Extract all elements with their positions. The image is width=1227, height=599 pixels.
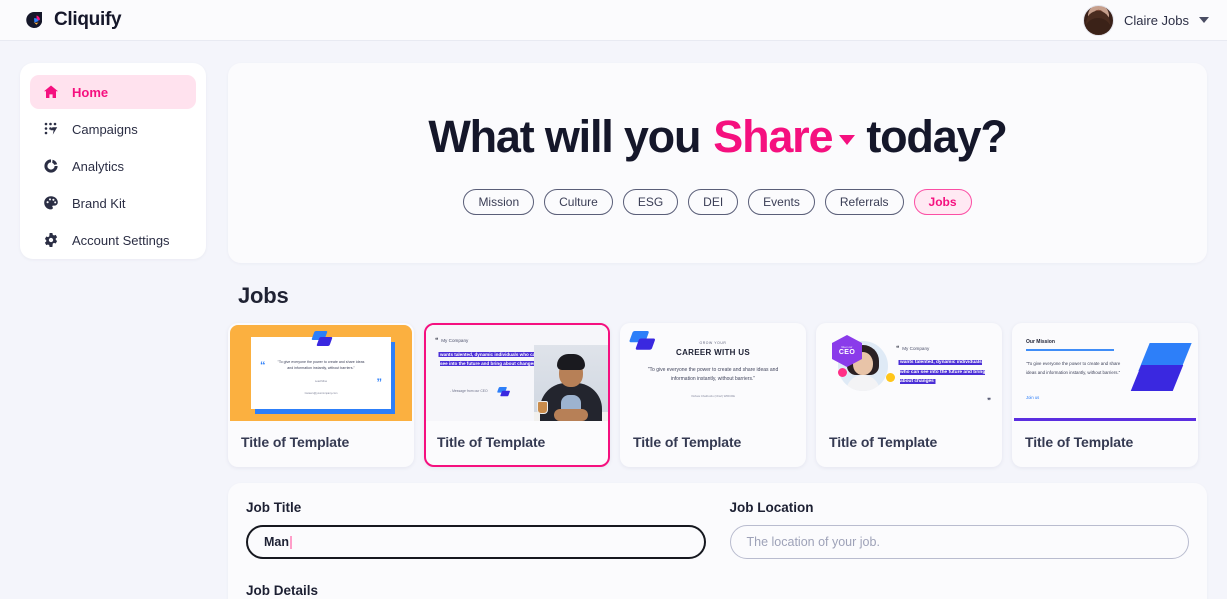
home-icon	[42, 84, 59, 101]
sidebar-item-label: Brand Kit	[72, 195, 126, 211]
template-author: Lead Mine	[314, 379, 328, 383]
text-caret	[290, 535, 292, 549]
main-content: What will you Share today? Mission Cultu…	[228, 63, 1207, 599]
accent-bar	[1014, 418, 1196, 421]
chip-jobs[interactable]: Jobs	[913, 189, 972, 215]
template-thumbnail: Meet our CEO ❝ My Company wants talented…	[818, 325, 1000, 421]
sidebar-item-brand-kit[interactable]: Brand Kit	[30, 186, 196, 220]
section-title: Jobs	[238, 283, 289, 308]
job-title-input[interactable]: Man	[246, 525, 706, 559]
quote-icon: ❝	[896, 346, 899, 352]
template-card-title: Title of Template	[241, 434, 350, 450]
template-thumbnail: Our Mission "To give everyone the power …	[1014, 325, 1196, 421]
template-signature: - Message from our CEO	[450, 389, 488, 393]
badge-label: CEO	[838, 349, 856, 356]
template-card[interactable]: “ ” "To give everyone the power to creat…	[228, 323, 414, 467]
template-cta: Join us	[1026, 395, 1040, 400]
template-company: My Company	[441, 338, 469, 343]
job-title-field-group: Job Title Man	[246, 500, 706, 559]
template-card-title: Title of Template	[437, 434, 546, 450]
template-card[interactable]: Meet our CEO ❝ My Company wants talented…	[816, 323, 1002, 467]
chip-mission[interactable]: Mission	[463, 189, 535, 215]
campaigns-grid-icon	[42, 121, 59, 138]
template-card-list: “ ” "To give everyone the power to creat…	[228, 323, 1207, 467]
job-location-label: Job Location	[729, 500, 814, 515]
quote-open-icon: “	[260, 360, 266, 372]
person-photo	[534, 345, 608, 421]
decor-dot-yellow	[886, 373, 895, 382]
template-quote: "To give everyone the power to create an…	[647, 367, 779, 383]
chip-dei[interactable]: DEI	[688, 189, 739, 215]
quote-icon: ❝	[435, 338, 438, 344]
user-menu[interactable]: Claire Jobs	[1082, 4, 1209, 36]
chip-esg[interactable]: ESG	[622, 189, 679, 215]
chip-referrals[interactable]: Referrals	[824, 189, 904, 215]
template-thumbnail: ❝ My Company wants talented, dynamic ind…	[426, 325, 608, 421]
template-source: Vishwa Chathurdu (Chief) WIRCRE	[690, 393, 736, 398]
template-card-title: Title of Template	[1025, 434, 1134, 450]
sidebar: Home Campaigns Analytics Brand Kit Accou…	[20, 63, 206, 259]
template-quote: "To give everyone the power to create an…	[1026, 361, 1121, 375]
page-layout: Home Campaigns Analytics Brand Kit Accou…	[0, 41, 1227, 599]
chip-culture[interactable]: Culture	[544, 189, 613, 215]
template-headline: wants talented, dynamic individuals who …	[440, 352, 539, 366]
chevron-down-icon[interactable]	[839, 135, 856, 145]
cliquify-logo-icon	[22, 9, 45, 32]
template-thumbnail: “ ” "To give everyone the power to creat…	[230, 325, 412, 421]
analytics-circle-icon	[42, 158, 59, 175]
sidebar-item-account-settings[interactable]: Account Settings	[30, 223, 196, 257]
template-author-contact: Careers@yourcompany.com	[304, 391, 338, 395]
brand-shape-icon	[1130, 343, 1196, 403]
job-title-label: Job Title	[246, 500, 302, 515]
template-heading: Our Mission	[1026, 339, 1055, 345]
sidebar-item-label: Analytics	[72, 158, 125, 174]
template-card[interactable]: GROW YOUR CAREER WITH US "To give everyo…	[620, 323, 806, 467]
hero-banner: What will you Share today? Mission Cultu…	[228, 63, 1207, 263]
top-bar: Cliquify Claire Jobs	[0, 0, 1227, 41]
hero-title-highlight[interactable]: Share	[713, 111, 833, 163]
job-location-input[interactable]: The location of your job.	[729, 525, 1189, 559]
category-chips: Mission Culture ESG DEI Events Referrals…	[463, 189, 972, 215]
hero-title-part1: What will you	[428, 111, 701, 162]
template-thumbnail: GROW YOUR CAREER WITH US "To give everyo…	[622, 325, 804, 421]
sidebar-item-label: Account Settings	[72, 232, 170, 248]
template-card-title: Title of Template	[829, 434, 938, 450]
chevron-down-icon[interactable]	[1199, 17, 1209, 23]
hero-title-part2: today?	[866, 111, 1008, 162]
user-name: Claire Jobs	[1123, 12, 1189, 28]
brand-name: Cliquify	[54, 9, 122, 30]
decor-dot-pink	[838, 368, 847, 377]
person-photo: Meet our CEO	[832, 335, 895, 391]
page-title: What will you Share today?	[428, 111, 1008, 163]
job-location-field-group: Job Location The location of your job.	[729, 500, 1189, 559]
avatar	[1082, 4, 1114, 36]
template-card-title: Title of Template	[633, 434, 742, 450]
brand[interactable]: Cliquify	[22, 9, 122, 32]
job-title-value: Man	[264, 535, 289, 549]
divider	[1026, 349, 1114, 351]
template-company: My Company	[902, 346, 930, 351]
template-card[interactable]: ❝ My Company wants talented, dynamic ind…	[424, 323, 610, 467]
job-details-label: Job Details	[246, 583, 319, 598]
sidebar-item-label: Campaigns	[72, 121, 138, 137]
sidebar-item-campaigns[interactable]: Campaigns	[30, 112, 196, 146]
chip-events[interactable]: Events	[748, 189, 815, 215]
sidebar-item-home[interactable]: Home	[30, 75, 196, 109]
job-form-panel: Job Title Man Job Location The location …	[228, 483, 1207, 599]
template-headline: wants talented, dynamic individuals who …	[900, 360, 986, 385]
palette-icon	[42, 195, 59, 212]
sidebar-item-analytics[interactable]: Analytics	[30, 149, 196, 183]
template-card[interactable]: Our Mission "To give everyone the power …	[1012, 323, 1198, 467]
sidebar-item-label: Home	[72, 84, 109, 100]
quote-close-icon: ”	[376, 377, 383, 389]
quote-close-icon: ❞	[987, 398, 991, 405]
gear-icon	[42, 232, 59, 249]
